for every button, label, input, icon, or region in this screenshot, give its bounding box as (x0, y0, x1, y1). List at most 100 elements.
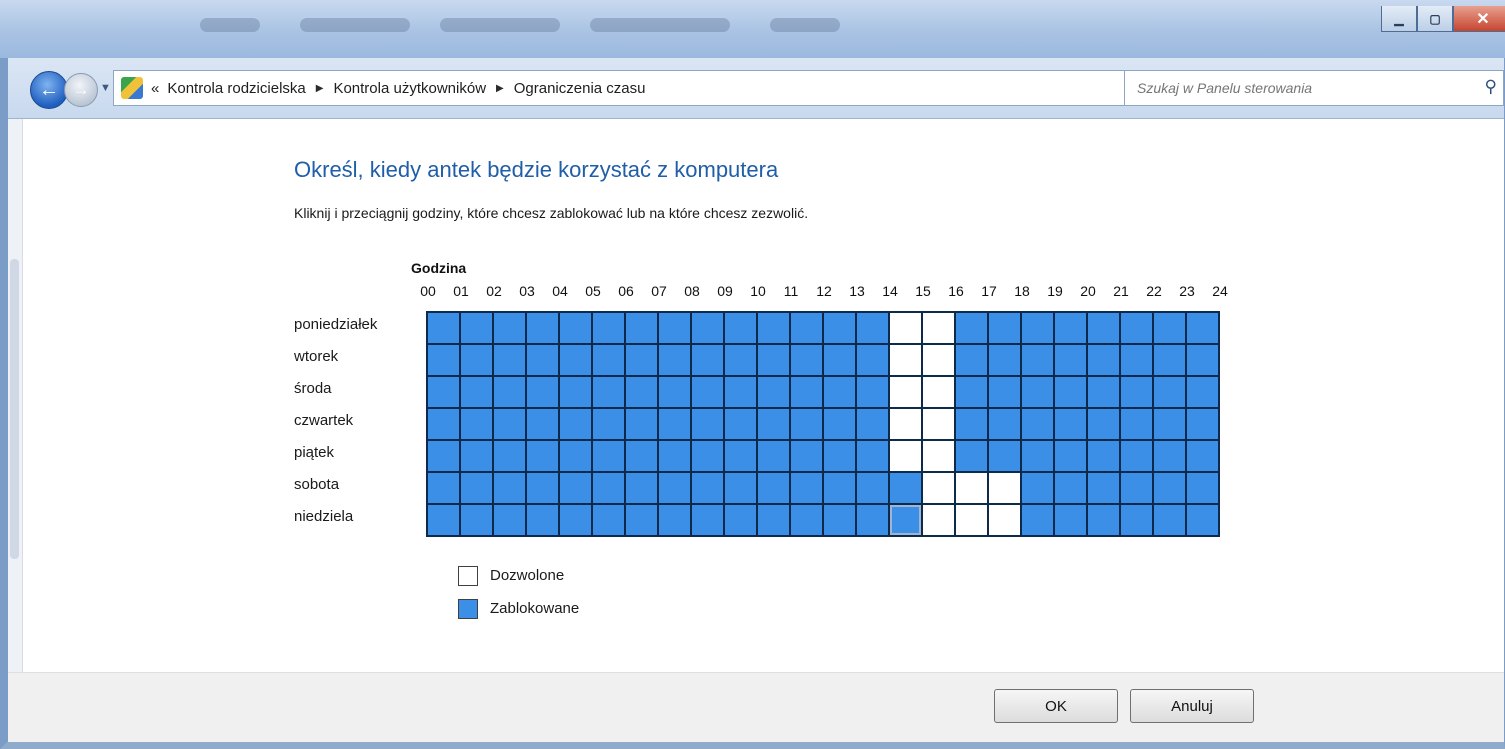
hour-cell[interactable] (823, 376, 856, 408)
forward-button[interactable]: → (64, 73, 98, 107)
breadcrumb-kontrola-uzytkownikow[interactable]: Kontrola użytkowników (333, 80, 486, 97)
hour-cell[interactable] (526, 472, 559, 504)
breadcrumb-ograniczenia-czasu[interactable]: Ograniczenia czasu (514, 80, 646, 97)
hour-cell[interactable] (1087, 440, 1120, 472)
recent-pages-dropdown[interactable]: ▼ (100, 82, 111, 94)
hour-cell[interactable] (625, 344, 658, 376)
left-scrollbar[interactable] (8, 119, 23, 672)
hour-cell[interactable] (1087, 408, 1120, 440)
back-button[interactable]: ← (30, 71, 68, 109)
hour-cell[interactable] (823, 312, 856, 344)
hour-cell[interactable] (724, 408, 757, 440)
hour-cell[interactable] (889, 312, 922, 344)
hour-cell[interactable] (625, 504, 658, 536)
hour-cell[interactable] (1120, 344, 1153, 376)
hour-cell[interactable] (856, 440, 889, 472)
hour-cell[interactable] (823, 472, 856, 504)
hour-cell[interactable] (922, 504, 955, 536)
hour-cell[interactable] (526, 440, 559, 472)
hour-cell[interactable] (922, 408, 955, 440)
hour-cell[interactable] (922, 440, 955, 472)
hour-cell[interactable] (823, 440, 856, 472)
hour-cell[interactable] (1054, 408, 1087, 440)
hour-cell[interactable] (460, 344, 493, 376)
breadcrumb-arrow-icon[interactable]: ▶ (316, 83, 324, 94)
hour-cell[interactable] (427, 312, 460, 344)
hour-cell[interactable] (922, 376, 955, 408)
hour-cell[interactable] (988, 344, 1021, 376)
hour-cell[interactable] (460, 376, 493, 408)
hour-cell[interactable] (625, 312, 658, 344)
hour-cell[interactable] (559, 312, 592, 344)
search-input[interactable] (1125, 71, 1469, 105)
hour-cell[interactable] (658, 472, 691, 504)
hour-cell[interactable] (559, 376, 592, 408)
hour-cell[interactable] (988, 376, 1021, 408)
hour-cell[interactable] (1021, 440, 1054, 472)
hour-cell[interactable] (1021, 408, 1054, 440)
hour-cell[interactable] (493, 440, 526, 472)
hour-cell[interactable] (1054, 504, 1087, 536)
hour-cell[interactable] (625, 440, 658, 472)
hour-cell[interactable] (691, 504, 724, 536)
hour-cell[interactable] (889, 504, 922, 536)
hour-cell[interactable] (691, 408, 724, 440)
hour-cell[interactable] (526, 344, 559, 376)
scrollbar-thumb[interactable] (10, 259, 19, 559)
hour-cell[interactable] (559, 472, 592, 504)
hour-cell[interactable] (757, 344, 790, 376)
hour-cell[interactable] (1054, 312, 1087, 344)
maximize-button[interactable]: ▢ (1417, 6, 1453, 32)
hour-cell[interactable] (493, 408, 526, 440)
hour-cell[interactable] (658, 440, 691, 472)
hour-cell[interactable] (1120, 408, 1153, 440)
hour-cell[interactable] (889, 440, 922, 472)
hour-cell[interactable] (1054, 376, 1087, 408)
hour-cell[interactable] (823, 504, 856, 536)
address-bar[interactable]: « Kontrola rodzicielska ▶ Kontrola użytk… (113, 70, 1208, 106)
hour-cell[interactable] (493, 504, 526, 536)
hour-cell[interactable] (1186, 312, 1219, 344)
hour-cell[interactable] (460, 312, 493, 344)
hour-cell[interactable] (1021, 504, 1054, 536)
hour-cell[interactable] (922, 344, 955, 376)
hour-cell[interactable] (1087, 376, 1120, 408)
hour-cell[interactable] (955, 312, 988, 344)
hour-cell[interactable] (1186, 472, 1219, 504)
hour-cell[interactable] (1153, 376, 1186, 408)
hour-cell[interactable] (724, 440, 757, 472)
hour-cell[interactable] (427, 344, 460, 376)
hour-cell[interactable] (592, 376, 625, 408)
search-icon[interactable]: ⚲ (1485, 77, 1497, 97)
hour-cell[interactable] (592, 504, 625, 536)
hour-cell[interactable] (427, 504, 460, 536)
hour-cell[interactable] (790, 472, 823, 504)
hour-cell[interactable] (856, 472, 889, 504)
hour-cell[interactable] (691, 440, 724, 472)
hour-cell[interactable] (889, 472, 922, 504)
hour-cell[interactable] (493, 376, 526, 408)
hour-cell[interactable] (922, 312, 955, 344)
hour-cell[interactable] (691, 312, 724, 344)
hour-cell[interactable] (757, 376, 790, 408)
hour-cell[interactable] (955, 472, 988, 504)
hour-cell[interactable] (724, 376, 757, 408)
hour-cell[interactable] (1087, 344, 1120, 376)
hour-cell[interactable] (526, 312, 559, 344)
hour-cell[interactable] (889, 376, 922, 408)
hour-cell[interactable] (757, 472, 790, 504)
hour-cell[interactable] (1153, 472, 1186, 504)
hour-cell[interactable] (955, 344, 988, 376)
hour-cell[interactable] (790, 504, 823, 536)
hour-cell[interactable] (1120, 312, 1153, 344)
hour-cell[interactable] (1153, 312, 1186, 344)
ok-button[interactable]: OK (994, 689, 1118, 723)
hour-cell[interactable] (856, 504, 889, 536)
hour-cell[interactable] (1120, 440, 1153, 472)
hour-cell[interactable] (724, 504, 757, 536)
hour-cell[interactable] (1186, 440, 1219, 472)
hour-cell[interactable] (724, 472, 757, 504)
hour-cell[interactable] (823, 344, 856, 376)
hour-cell[interactable] (1186, 504, 1219, 536)
hour-cell[interactable] (1021, 344, 1054, 376)
